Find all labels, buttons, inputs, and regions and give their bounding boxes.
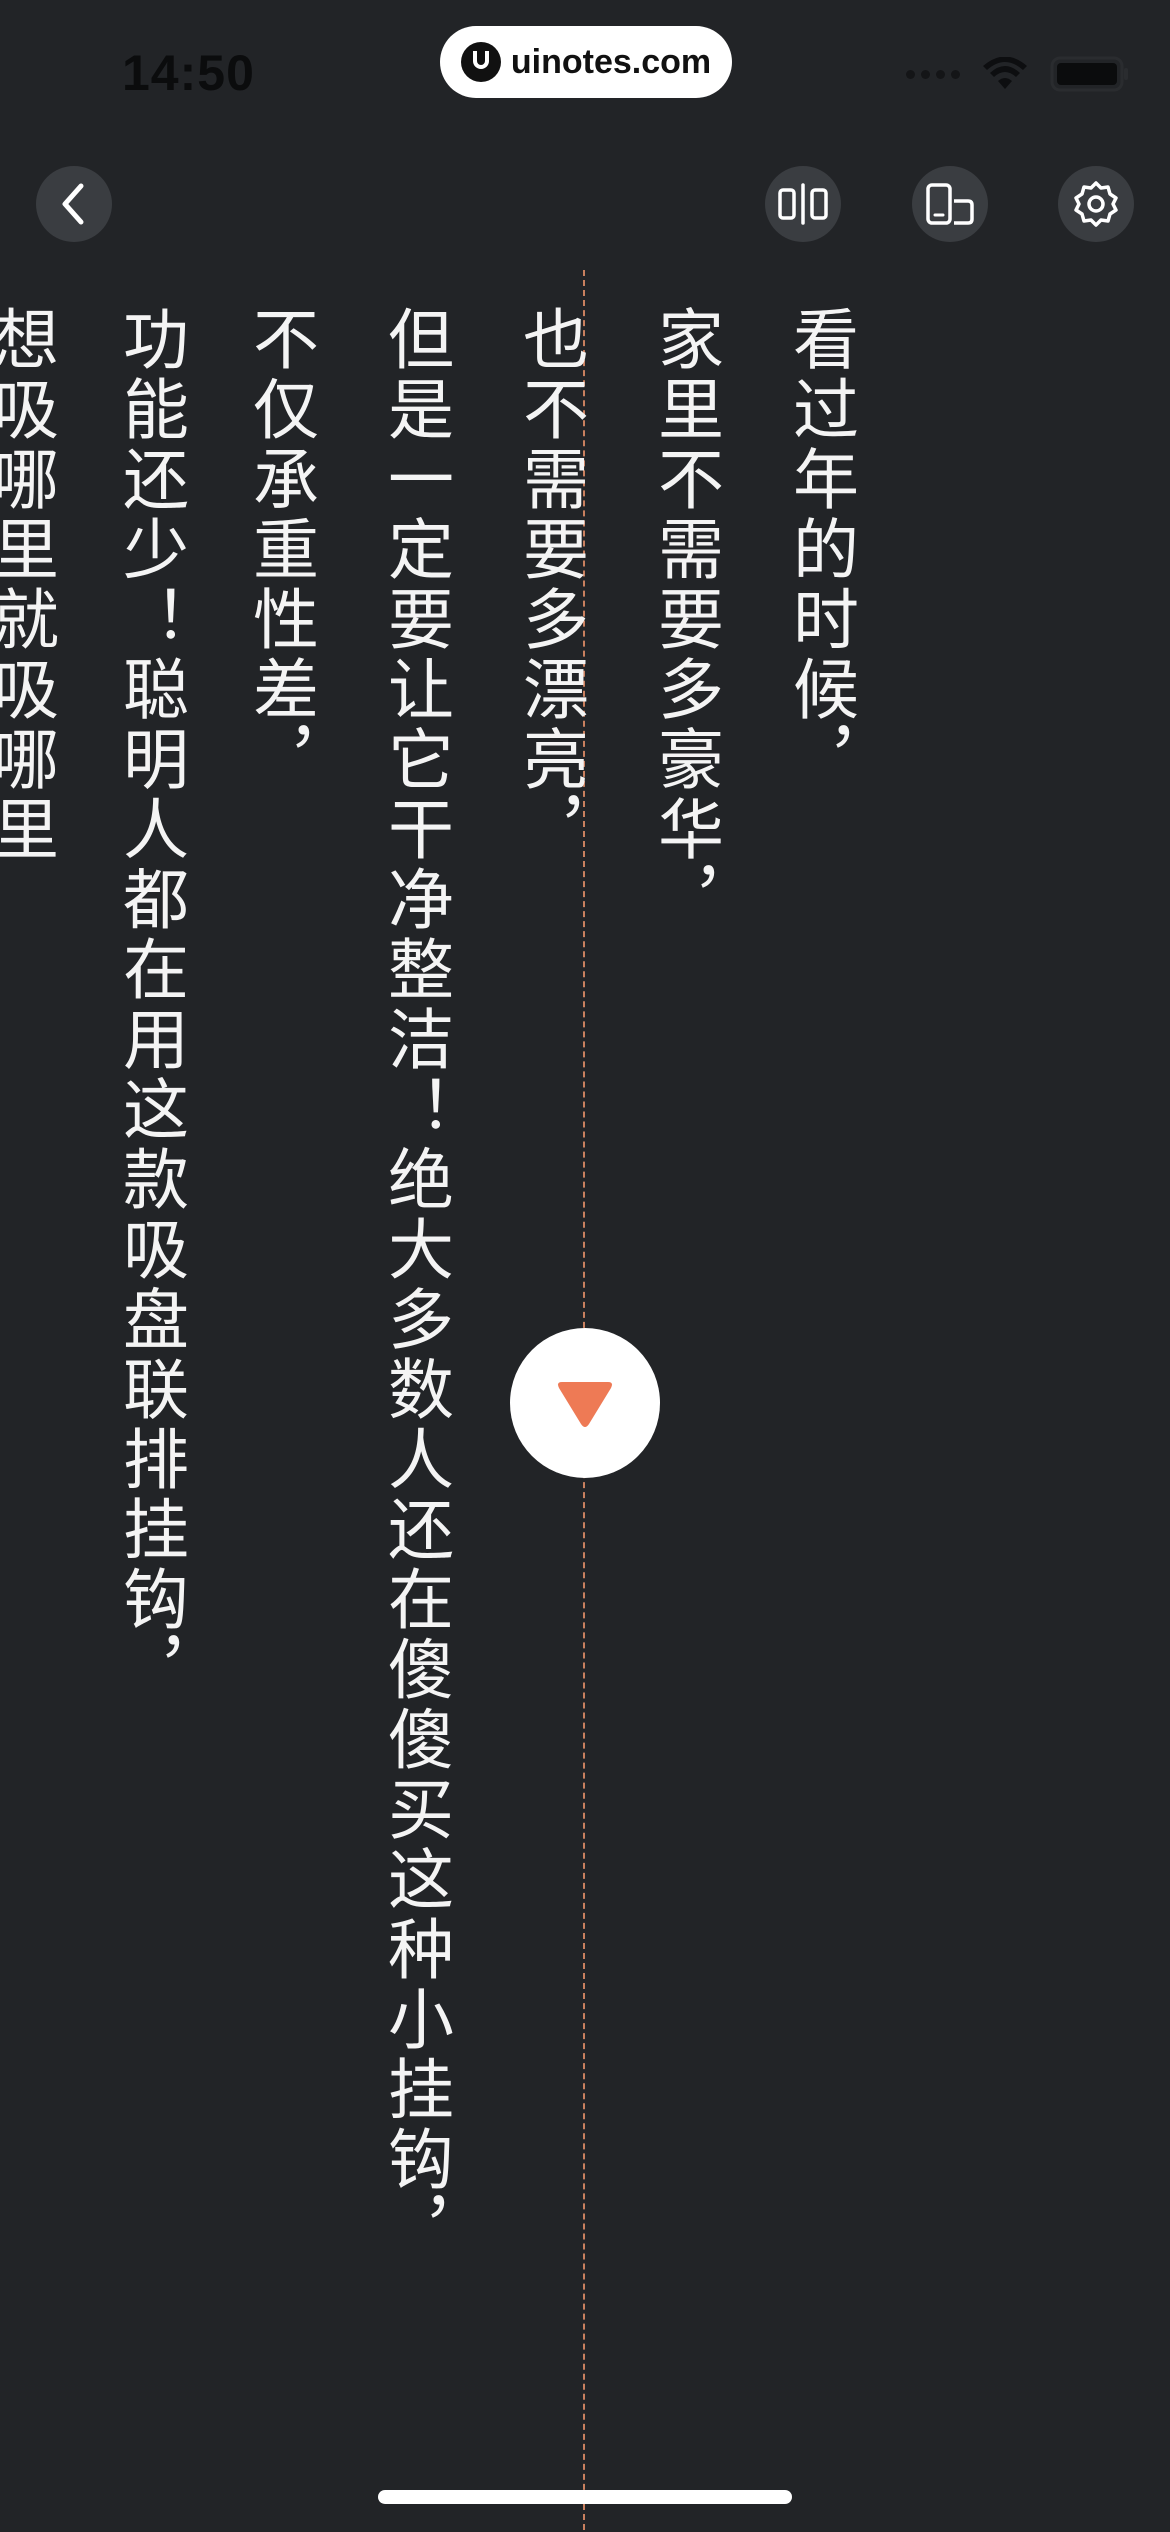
status-indicators	[906, 56, 1130, 92]
script-line: 不仅承重性差，	[242, 305, 319, 795]
watermark-badge: uinotes.com	[440, 26, 732, 98]
script-line: 功能还少！聪明人都在用这款吸盘联排挂钩，	[112, 305, 189, 1705]
wifi-icon	[983, 57, 1027, 89]
settings-icon	[1074, 181, 1118, 227]
cellular-signal-icon	[906, 69, 960, 79]
home-indicator[interactable]	[378, 2490, 792, 2504]
settings-button[interactable]	[1058, 166, 1134, 242]
script-line: 想吸哪里就吸哪里	[0, 305, 59, 865]
rotate-device-icon	[926, 183, 974, 225]
teleprompter-screen: 14:50 uinotes.com 看过年的时候， 家里不需要多豪华， 也不需要…	[0, 0, 1170, 2532]
status-time: 14:50	[122, 45, 255, 101]
back-button[interactable]	[36, 166, 112, 242]
chevron-left-icon	[62, 183, 84, 225]
mirror-icon	[778, 183, 828, 225]
watermark-text: uinotes.com	[510, 42, 712, 81]
auto-scroll-button[interactable]	[510, 1328, 660, 1478]
play-down-icon	[558, 1382, 612, 1427]
script-line: 但是一定要让它干净整洁！绝大多数人还在傻傻买这种小挂钩，	[377, 305, 454, 2265]
script-line: 家里不需要多豪华，	[647, 305, 724, 935]
uinotes-logo-icon	[460, 42, 501, 82]
battery-icon	[1050, 56, 1128, 92]
script-line: 也不需要多漂亮，	[512, 305, 589, 865]
rotate-button[interactable]	[912, 166, 988, 242]
script-line: 看过年的时候，	[782, 305, 859, 795]
mirror-button[interactable]	[765, 166, 841, 242]
